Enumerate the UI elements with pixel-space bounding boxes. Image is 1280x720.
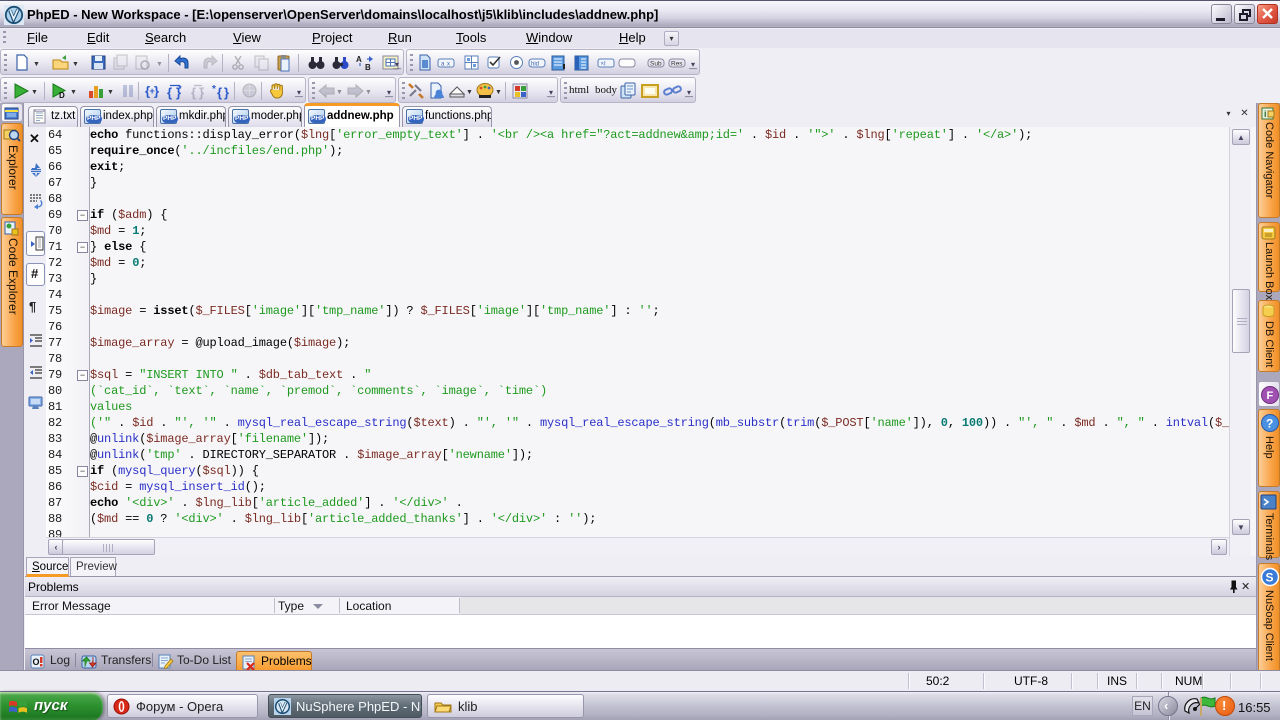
svg-text:+: + [150,86,155,96]
svg-text:O: O [33,657,40,667]
svg-text:A: A [356,55,362,64]
svg-text:x: x [447,62,450,68]
svg-text:{: { [191,85,196,100]
svg-text:S: S [1266,571,1274,585]
svg-text:}: } [199,85,204,100]
svg-text:{: { [217,85,222,100]
svg-text:F: F [1267,390,1274,402]
svg-text:hid: hid [531,62,539,68]
svg-text:Res: Res [671,61,683,68]
svg-text:i: i [1264,109,1267,119]
svg-text:?: ? [1266,417,1273,431]
svg-text:{: { [167,85,172,100]
svg-text:*: * [212,84,216,95]
svg-text:×I: ×I [601,62,607,68]
svg-text:B: B [365,63,371,72]
svg-text:Sub: Sub [650,61,662,68]
svg-text:}: } [224,85,229,100]
svg-text:D: D [59,91,65,100]
